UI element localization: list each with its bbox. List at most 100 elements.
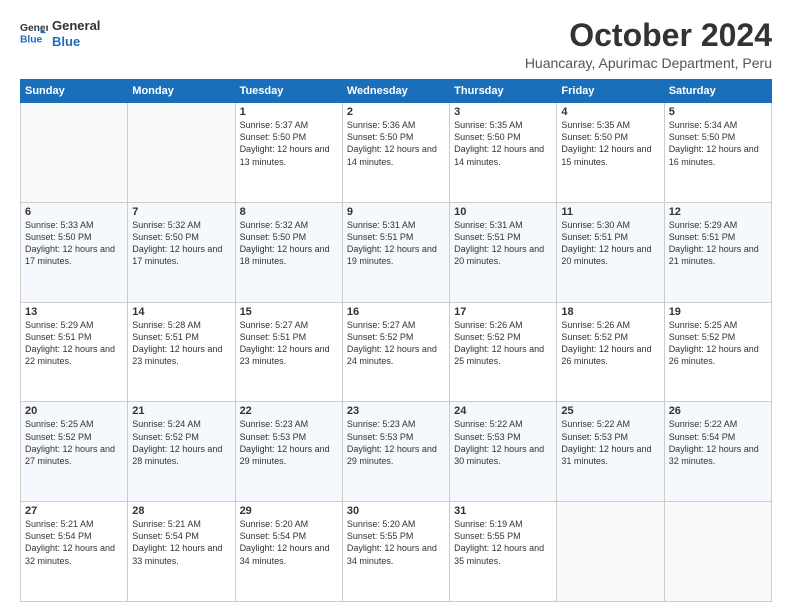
calendar-cell: 14Sunrise: 5:28 AM Sunset: 5:51 PM Dayli… <box>128 302 235 402</box>
day-info: Sunrise: 5:21 AM Sunset: 5:54 PM Dayligh… <box>25 518 123 567</box>
col-friday: Friday <box>557 80 664 103</box>
day-info: Sunrise: 5:33 AM Sunset: 5:50 PM Dayligh… <box>25 219 123 268</box>
day-number: 6 <box>25 206 123 218</box>
day-info: Sunrise: 5:26 AM Sunset: 5:52 PM Dayligh… <box>561 319 659 368</box>
day-number: 20 <box>25 405 123 417</box>
day-info: Sunrise: 5:27 AM Sunset: 5:52 PM Dayligh… <box>347 319 445 368</box>
logo-text-blue: Blue <box>52 34 100 50</box>
calendar-cell: 5Sunrise: 5:34 AM Sunset: 5:50 PM Daylig… <box>664 103 771 203</box>
day-info: Sunrise: 5:22 AM Sunset: 5:54 PM Dayligh… <box>669 418 767 467</box>
day-number: 4 <box>561 106 659 118</box>
calendar-cell: 12Sunrise: 5:29 AM Sunset: 5:51 PM Dayli… <box>664 202 771 302</box>
calendar-cell: 24Sunrise: 5:22 AM Sunset: 5:53 PM Dayli… <box>450 402 557 502</box>
day-info: Sunrise: 5:26 AM Sunset: 5:52 PM Dayligh… <box>454 319 552 368</box>
calendar-week-3: 13Sunrise: 5:29 AM Sunset: 5:51 PM Dayli… <box>21 302 772 402</box>
calendar-cell: 27Sunrise: 5:21 AM Sunset: 5:54 PM Dayli… <box>21 502 128 602</box>
calendar-cell <box>664 502 771 602</box>
day-number: 19 <box>669 306 767 318</box>
day-number: 3 <box>454 106 552 118</box>
day-info: Sunrise: 5:32 AM Sunset: 5:50 PM Dayligh… <box>132 219 230 268</box>
main-title: October 2024 <box>525 18 772 53</box>
calendar-cell: 11Sunrise: 5:30 AM Sunset: 5:51 PM Dayli… <box>557 202 664 302</box>
day-info: Sunrise: 5:20 AM Sunset: 5:54 PM Dayligh… <box>240 518 338 567</box>
day-number: 13 <box>25 306 123 318</box>
day-number: 25 <box>561 405 659 417</box>
calendar-cell: 6Sunrise: 5:33 AM Sunset: 5:50 PM Daylig… <box>21 202 128 302</box>
calendar-cell: 15Sunrise: 5:27 AM Sunset: 5:51 PM Dayli… <box>235 302 342 402</box>
calendar-cell: 13Sunrise: 5:29 AM Sunset: 5:51 PM Dayli… <box>21 302 128 402</box>
col-sunday: Sunday <box>21 80 128 103</box>
calendar-cell: 2Sunrise: 5:36 AM Sunset: 5:50 PM Daylig… <box>342 103 449 203</box>
day-number: 28 <box>132 505 230 517</box>
day-number: 31 <box>454 505 552 517</box>
day-number: 15 <box>240 306 338 318</box>
calendar-cell <box>21 103 128 203</box>
day-number: 18 <box>561 306 659 318</box>
day-number: 26 <box>669 405 767 417</box>
col-tuesday: Tuesday <box>235 80 342 103</box>
calendar-cell: 17Sunrise: 5:26 AM Sunset: 5:52 PM Dayli… <box>450 302 557 402</box>
day-info: Sunrise: 5:28 AM Sunset: 5:51 PM Dayligh… <box>132 319 230 368</box>
day-number: 11 <box>561 206 659 218</box>
day-number: 2 <box>347 106 445 118</box>
header: General Blue General Blue October 2024 H… <box>20 18 772 71</box>
day-info: Sunrise: 5:29 AM Sunset: 5:51 PM Dayligh… <box>669 219 767 268</box>
logo-text-general: General <box>52 18 100 34</box>
day-info: Sunrise: 5:34 AM Sunset: 5:50 PM Dayligh… <box>669 119 767 168</box>
calendar-header-row: Sunday Monday Tuesday Wednesday Thursday… <box>21 80 772 103</box>
calendar-cell: 29Sunrise: 5:20 AM Sunset: 5:54 PM Dayli… <box>235 502 342 602</box>
day-info: Sunrise: 5:22 AM Sunset: 5:53 PM Dayligh… <box>561 418 659 467</box>
calendar-cell: 8Sunrise: 5:32 AM Sunset: 5:50 PM Daylig… <box>235 202 342 302</box>
calendar-cell: 7Sunrise: 5:32 AM Sunset: 5:50 PM Daylig… <box>128 202 235 302</box>
day-number: 10 <box>454 206 552 218</box>
calendar-cell: 28Sunrise: 5:21 AM Sunset: 5:54 PM Dayli… <box>128 502 235 602</box>
day-number: 9 <box>347 206 445 218</box>
calendar-cell: 3Sunrise: 5:35 AM Sunset: 5:50 PM Daylig… <box>450 103 557 203</box>
day-info: Sunrise: 5:30 AM Sunset: 5:51 PM Dayligh… <box>561 219 659 268</box>
day-info: Sunrise: 5:29 AM Sunset: 5:51 PM Dayligh… <box>25 319 123 368</box>
calendar-cell <box>557 502 664 602</box>
calendar-week-5: 27Sunrise: 5:21 AM Sunset: 5:54 PM Dayli… <box>21 502 772 602</box>
day-number: 21 <box>132 405 230 417</box>
calendar-cell: 31Sunrise: 5:19 AM Sunset: 5:55 PM Dayli… <box>450 502 557 602</box>
calendar-cell: 26Sunrise: 5:22 AM Sunset: 5:54 PM Dayli… <box>664 402 771 502</box>
day-number: 30 <box>347 505 445 517</box>
day-info: Sunrise: 5:21 AM Sunset: 5:54 PM Dayligh… <box>132 518 230 567</box>
col-monday: Monday <box>128 80 235 103</box>
calendar-cell: 16Sunrise: 5:27 AM Sunset: 5:52 PM Dayli… <box>342 302 449 402</box>
day-info: Sunrise: 5:22 AM Sunset: 5:53 PM Dayligh… <box>454 418 552 467</box>
calendar-cell: 30Sunrise: 5:20 AM Sunset: 5:55 PM Dayli… <box>342 502 449 602</box>
day-number: 29 <box>240 505 338 517</box>
svg-text:Blue: Blue <box>20 34 43 45</box>
calendar-cell: 4Sunrise: 5:35 AM Sunset: 5:50 PM Daylig… <box>557 103 664 203</box>
day-number: 1 <box>240 106 338 118</box>
day-info: Sunrise: 5:25 AM Sunset: 5:52 PM Dayligh… <box>669 319 767 368</box>
day-info: Sunrise: 5:35 AM Sunset: 5:50 PM Dayligh… <box>561 119 659 168</box>
day-number: 27 <box>25 505 123 517</box>
day-info: Sunrise: 5:19 AM Sunset: 5:55 PM Dayligh… <box>454 518 552 567</box>
col-saturday: Saturday <box>664 80 771 103</box>
calendar-cell: 1Sunrise: 5:37 AM Sunset: 5:50 PM Daylig… <box>235 103 342 203</box>
calendar-cell: 21Sunrise: 5:24 AM Sunset: 5:52 PM Dayli… <box>128 402 235 502</box>
col-wednesday: Wednesday <box>342 80 449 103</box>
calendar-cell: 10Sunrise: 5:31 AM Sunset: 5:51 PM Dayli… <box>450 202 557 302</box>
calendar-table: Sunday Monday Tuesday Wednesday Thursday… <box>20 79 772 602</box>
title-block: October 2024 Huancaray, Apurimac Departm… <box>525 18 772 71</box>
day-number: 23 <box>347 405 445 417</box>
calendar-cell: 20Sunrise: 5:25 AM Sunset: 5:52 PM Dayli… <box>21 402 128 502</box>
day-info: Sunrise: 5:25 AM Sunset: 5:52 PM Dayligh… <box>25 418 123 467</box>
day-number: 22 <box>240 405 338 417</box>
day-info: Sunrise: 5:23 AM Sunset: 5:53 PM Dayligh… <box>347 418 445 467</box>
calendar-cell: 22Sunrise: 5:23 AM Sunset: 5:53 PM Dayli… <box>235 402 342 502</box>
day-info: Sunrise: 5:36 AM Sunset: 5:50 PM Dayligh… <box>347 119 445 168</box>
day-info: Sunrise: 5:32 AM Sunset: 5:50 PM Dayligh… <box>240 219 338 268</box>
calendar-cell: 18Sunrise: 5:26 AM Sunset: 5:52 PM Dayli… <box>557 302 664 402</box>
day-number: 5 <box>669 106 767 118</box>
day-info: Sunrise: 5:31 AM Sunset: 5:51 PM Dayligh… <box>454 219 552 268</box>
day-info: Sunrise: 5:24 AM Sunset: 5:52 PM Dayligh… <box>132 418 230 467</box>
logo-icon: General Blue <box>20 20 48 48</box>
calendar-cell: 19Sunrise: 5:25 AM Sunset: 5:52 PM Dayli… <box>664 302 771 402</box>
day-info: Sunrise: 5:31 AM Sunset: 5:51 PM Dayligh… <box>347 219 445 268</box>
day-number: 17 <box>454 306 552 318</box>
calendar-cell: 9Sunrise: 5:31 AM Sunset: 5:51 PM Daylig… <box>342 202 449 302</box>
